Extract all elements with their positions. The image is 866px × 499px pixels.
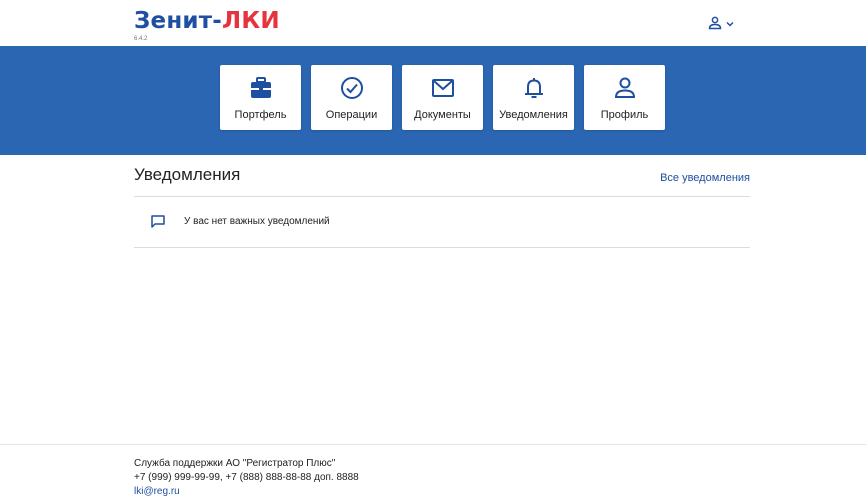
logo-part-lki: ЛКИ bbox=[222, 8, 280, 34]
user-icon bbox=[584, 76, 665, 100]
logo-part-zenit: Зенит- bbox=[134, 8, 223, 34]
chevron-down-icon bbox=[725, 16, 735, 34]
app-logo[interactable]: Зенит-ЛКИ bbox=[134, 8, 280, 34]
app-version: 6.4.2 bbox=[134, 36, 148, 42]
briefcase-icon bbox=[220, 76, 301, 100]
nav-tile-label: Уведомления bbox=[499, 109, 568, 121]
support-title: Служба поддержки АО "Регистратор Плюс" bbox=[134, 458, 336, 469]
support-phones: +7 (999) 999-99-99, +7 (888) 888-88-88 д… bbox=[134, 472, 359, 483]
check-circle-icon bbox=[311, 76, 392, 100]
all-notifications-link[interactable]: Все уведомления bbox=[660, 172, 750, 184]
envelope-icon bbox=[402, 76, 483, 100]
user-icon bbox=[708, 16, 722, 35]
empty-notifications: У вас нет важных уведомлений bbox=[134, 197, 750, 247]
page-title: Уведомления bbox=[134, 165, 241, 184]
nav-tile-label: Портфель bbox=[234, 109, 287, 121]
main-nav: Портфель Операции Документы Уведомления … bbox=[0, 46, 866, 155]
chat-icon bbox=[151, 215, 165, 233]
user-menu-button[interactable] bbox=[708, 15, 740, 35]
nav-tile-operations[interactable]: Операции bbox=[311, 65, 392, 130]
nav-tile-profile[interactable]: Профиль bbox=[584, 65, 665, 130]
footer-divider bbox=[0, 444, 866, 445]
footer: Служба поддержки АО "Регистратор Плюс" +… bbox=[134, 457, 359, 499]
bell-icon bbox=[493, 76, 574, 100]
nav-tile-documents[interactable]: Документы bbox=[402, 65, 483, 130]
empty-notifications-text: У вас нет важных уведомлений bbox=[184, 216, 330, 227]
support-email-link[interactable]: lki@reg.ru bbox=[134, 485, 359, 499]
nav-tile-label: Операции bbox=[325, 109, 378, 121]
nav-tile-notifications[interactable]: Уведомления bbox=[493, 65, 574, 130]
nav-tile-label: Документы bbox=[414, 109, 471, 121]
nav-tile-label: Профиль bbox=[600, 109, 649, 121]
divider bbox=[134, 247, 750, 248]
app-header: Зенит-ЛКИ 6.4.2 bbox=[0, 0, 866, 46]
nav-tile-portfolio[interactable]: Портфель bbox=[220, 65, 301, 130]
